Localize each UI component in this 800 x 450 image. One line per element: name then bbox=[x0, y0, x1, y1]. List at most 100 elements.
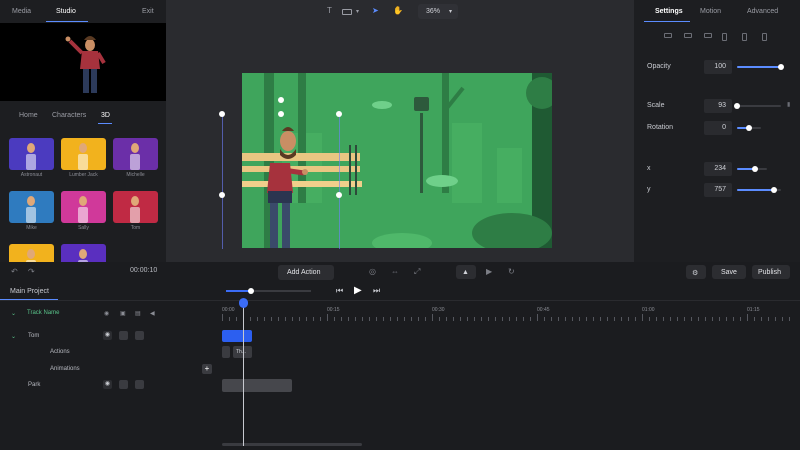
align-bottom-icon[interactable] bbox=[762, 33, 767, 41]
volume-slider-knob[interactable] bbox=[248, 288, 254, 294]
y-input[interactable]: 757 bbox=[704, 183, 732, 197]
scale-input[interactable]: 93 bbox=[704, 99, 732, 113]
undo-icon[interactable]: ↶ bbox=[11, 267, 18, 276]
y-slider[interactable] bbox=[737, 187, 781, 193]
playhead-line[interactable] bbox=[243, 300, 244, 446]
character-thumb[interactable] bbox=[9, 191, 54, 223]
park-visibility-icon[interactable]: ◉ bbox=[103, 380, 112, 389]
rotate-handle[interactable] bbox=[278, 97, 284, 103]
swap-icon[interactable]: ⇔ bbox=[391, 267, 399, 276]
pointer-tool-icon[interactable]: ➤ bbox=[372, 6, 379, 15]
align-left-icon[interactable] bbox=[664, 33, 672, 38]
expand-tom-icon[interactable]: ⌄ bbox=[11, 333, 16, 340]
ruler-label: 00:30 bbox=[432, 307, 445, 313]
category-3d[interactable]: 3D bbox=[101, 112, 110, 119]
opacity-input[interactable]: 100 bbox=[704, 60, 732, 74]
x-slider[interactable] bbox=[737, 166, 767, 172]
settings-button[interactable]: ⚙ bbox=[686, 265, 706, 279]
scene-canvas[interactable] bbox=[242, 73, 552, 248]
align-center-icon[interactable] bbox=[684, 33, 692, 38]
opacity-slider-knob[interactable] bbox=[778, 64, 784, 70]
add-action-button[interactable]: Add Action bbox=[278, 265, 334, 280]
tom-clip[interactable] bbox=[222, 330, 252, 342]
tab-settings[interactable]: Settings bbox=[655, 8, 683, 15]
action-clip-start[interactable] bbox=[222, 346, 230, 358]
ruler-tick bbox=[257, 317, 258, 321]
warning-icon: ▲ bbox=[462, 269, 469, 276]
shape-tool-icon[interactable] bbox=[342, 9, 352, 15]
text-tool-icon[interactable]: T bbox=[327, 6, 332, 15]
scale-slider[interactable] bbox=[734, 103, 781, 109]
lock-header-icon[interactable]: ▣ bbox=[120, 310, 126, 317]
opacity-slider[interactable] bbox=[737, 64, 784, 70]
ruler-tick bbox=[649, 317, 650, 321]
ruler-tick bbox=[313, 317, 314, 321]
park-clip[interactable] bbox=[222, 379, 292, 392]
hand-tool-icon[interactable]: ✋ bbox=[393, 6, 403, 15]
collapse-all-icon[interactable]: ⌄ bbox=[11, 310, 16, 317]
tab-advanced[interactable]: Advanced bbox=[747, 8, 778, 15]
volume-slider-track[interactable] bbox=[251, 290, 311, 292]
ruler-tick bbox=[733, 317, 734, 321]
tab-media[interactable]: Media bbox=[12, 8, 31, 15]
resize-handle-ml[interactable] bbox=[219, 192, 225, 198]
play-preview-icon[interactable]: ▶ bbox=[486, 267, 492, 276]
align-right-icon[interactable] bbox=[704, 33, 712, 38]
character-thumb[interactable] bbox=[9, 138, 54, 170]
skip-back-icon[interactable]: ⏮ bbox=[336, 286, 343, 296]
shape-dropdown-icon[interactable]: ▾ bbox=[356, 8, 359, 15]
tab-main-project[interactable]: Main Project bbox=[10, 288, 49, 295]
x-input[interactable]: 234 bbox=[704, 162, 732, 176]
resize-handle-tc[interactable] bbox=[278, 111, 284, 117]
skip-forward-icon[interactable]: ⏭ bbox=[373, 286, 380, 296]
save-button[interactable]: Save bbox=[712, 265, 746, 279]
lock-icon[interactable]: ▮ bbox=[787, 101, 790, 108]
rotation-slider[interactable] bbox=[737, 125, 761, 131]
x-slider-knob[interactable] bbox=[752, 166, 758, 172]
tom-group-icon[interactable] bbox=[135, 331, 144, 340]
resize-handle-mr[interactable] bbox=[336, 192, 342, 198]
resize-handle-tl[interactable] bbox=[219, 111, 225, 117]
category-home[interactable]: Home bbox=[19, 112, 38, 119]
target-icon[interactable]: ◎ bbox=[369, 267, 376, 276]
park-group-icon[interactable] bbox=[135, 380, 144, 389]
park-lock-icon[interactable] bbox=[119, 380, 128, 389]
play-icon[interactable]: ▶ bbox=[354, 285, 362, 296]
track-park[interactable]: Park bbox=[28, 382, 40, 388]
character-thumb[interactable] bbox=[113, 138, 158, 170]
add-animation-button[interactable]: + bbox=[202, 364, 212, 374]
tab-exit[interactable]: Exit bbox=[142, 8, 154, 15]
character-thumb[interactable] bbox=[61, 191, 106, 223]
audio-header-icon[interactable]: ◀ bbox=[150, 310, 155, 317]
group-header-icon[interactable]: ▤ bbox=[135, 310, 141, 317]
eye-header-icon[interactable]: ◉ bbox=[104, 310, 109, 317]
tom-visibility-icon[interactable]: ◉ bbox=[103, 331, 112, 340]
ruler-tick bbox=[418, 317, 419, 321]
character-thumb-label: Lumber Jack bbox=[69, 172, 98, 178]
resize-handle-tr[interactable] bbox=[336, 111, 342, 117]
tom-lock-icon[interactable] bbox=[119, 331, 128, 340]
publish-button[interactable]: Publish bbox=[752, 265, 790, 279]
scale-slider-knob[interactable] bbox=[734, 103, 740, 109]
track-tom[interactable]: Tom bbox=[28, 333, 39, 339]
expand-icon[interactable]: ⤢ bbox=[414, 267, 420, 277]
playhead-handle[interactable] bbox=[239, 298, 248, 308]
character-thumb[interactable] bbox=[113, 191, 158, 223]
tab-motion[interactable]: Motion bbox=[700, 8, 721, 15]
align-top-icon[interactable] bbox=[722, 33, 727, 41]
character-thumb-label: Astronaut bbox=[20, 172, 43, 178]
ruler-tick bbox=[411, 317, 412, 321]
ruler-tick bbox=[593, 317, 594, 321]
zoom-select[interactable]: 36% ▾ bbox=[418, 4, 458, 19]
character-thumb[interactable] bbox=[61, 138, 106, 170]
rotation-slider-knob[interactable] bbox=[746, 125, 752, 131]
warning-button[interactable]: ▲ bbox=[456, 265, 476, 279]
reset-icon[interactable]: ↻ bbox=[508, 267, 515, 276]
category-characters[interactable]: Characters bbox=[52, 112, 86, 119]
redo-icon[interactable]: ↷ bbox=[28, 267, 35, 276]
y-slider-knob[interactable] bbox=[771, 187, 778, 193]
tab-studio[interactable]: Studio bbox=[56, 8, 76, 15]
ruler-tick bbox=[320, 317, 321, 321]
rotation-input[interactable]: 0 bbox=[704, 121, 732, 135]
align-middle-icon[interactable] bbox=[742, 33, 747, 41]
